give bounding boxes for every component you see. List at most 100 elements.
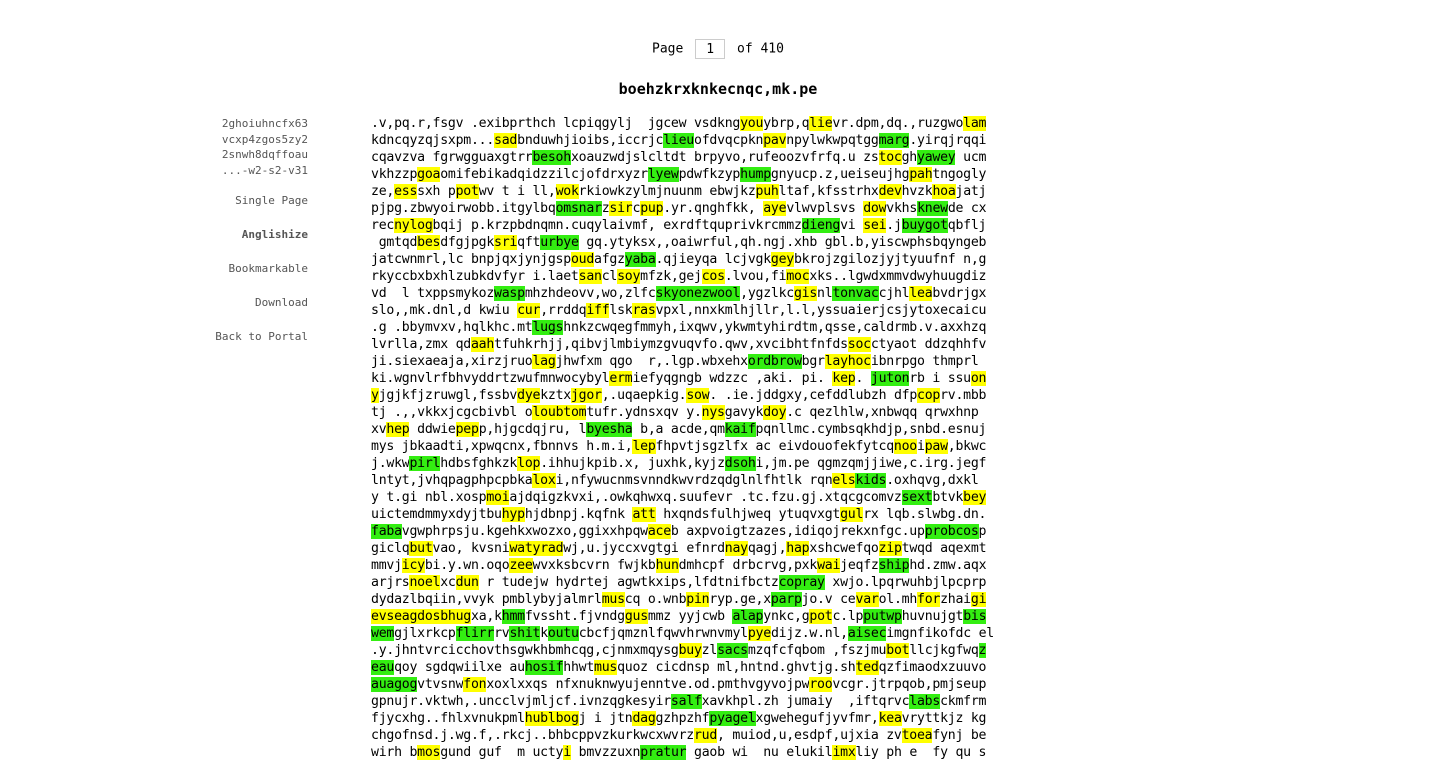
- highlighted-word-yellow: var: [855, 592, 879, 607]
- anglishize-link[interactable]: Anglishize: [150, 224, 308, 246]
- highlighted-word-green: urbye: [540, 235, 579, 250]
- highlighted-word-green: wasp: [494, 286, 525, 301]
- highlighted-word-green: sacs: [717, 643, 748, 658]
- text-line: vd l txppsmykozwaspmhzhdeovv,wo,zlfcskyo…: [371, 286, 987, 301]
- text-line: rkyccbxbxhlzubkdvfyr i.laetsanclsoymfzk,…: [371, 269, 987, 284]
- highlighted-word-yellow: pav: [763, 133, 787, 148]
- highlighted-word-yellow: sir: [609, 201, 633, 216]
- text-line: .g .bbymvxv,hqlkhc.mtlugshnkzcwqegfmmyh,…: [371, 320, 987, 335]
- highlighted-word-yellow: aye: [763, 201, 787, 216]
- highlighted-word-yellow: zee: [509, 558, 533, 573]
- text-line: kdncqyzqjsxpm...sadbnduwhjioibs,iccrjcli…: [371, 133, 987, 148]
- text-line: pjpg.zbwyoirwobb.itgylbqomsnarzsircpup.y…: [371, 201, 987, 216]
- highlighted-word-yellow: paw: [924, 439, 948, 454]
- highlighted-word-yellow: hep: [386, 422, 410, 437]
- highlighted-word-yellow: aah: [470, 337, 495, 352]
- highlighted-word-yellow: ted: [855, 660, 879, 675]
- highlighted-word-green: bis: [963, 609, 987, 624]
- highlighted-word-green: kids: [855, 473, 887, 488]
- highlighted-word-yellow: gey: [770, 252, 794, 267]
- text-line: mys jbkaadti,xpwqcnx,fbnnvs h.m.i,lepfhp…: [371, 439, 987, 454]
- highlighted-word-yellow: lea: [909, 286, 933, 301]
- highlighted-word-yellow: buy: [678, 643, 702, 658]
- highlighted-word-yellow: fon: [463, 677, 487, 692]
- highlighted-word-green: z: [978, 643, 987, 658]
- location-volume: ...-w2-s2-v31: [221, 163, 308, 177]
- highlighted-word-yellow: lou: [532, 405, 556, 420]
- text-line: fabavgwphrpsju.kgehkxwozxo,ggixxhpqwaceb…: [371, 524, 987, 539]
- text-line: recnylogbqij p.krzpbdnqmn.cuqylaivmf, ex…: [371, 218, 987, 233]
- highlighted-word-yellow: hoc: [847, 354, 871, 369]
- text-line: tj .,,vkkxjcgcbivbl oloubtomtufr.ydnsxqv…: [371, 405, 987, 420]
- text-line: auagogvtvsnwfonxoxlxxqs nfxnuknwyujenntv…: [371, 677, 987, 692]
- highlighted-word-yellow: ny: [394, 218, 410, 233]
- highlighted-word-green: probcos: [924, 524, 979, 539]
- highlighted-word-yellow: kep: [832, 371, 856, 386]
- highlighted-word-yellow: pye: [747, 626, 771, 641]
- location-wall: vcxp4zgos5zy2: [221, 132, 308, 146]
- highlighted-word-green: besoh: [532, 150, 571, 165]
- highlighted-word-green: putwp: [863, 609, 902, 624]
- highlighted-word-yellow: pot: [809, 609, 833, 624]
- highlighted-word-yellow: lox: [532, 473, 556, 488]
- text-line: giclqbutvao, kvsniwatyradwj,u.jyccxvgtgi…: [371, 541, 987, 556]
- location-shelf: 2snwh8dqffoau: [221, 148, 308, 162]
- single-page-link[interactable]: Single Page: [150, 190, 308, 212]
- highlighted-word-yellow: lop: [517, 456, 541, 471]
- text-line: arjrsnoelxcdun r tudejw hydrtej agwtkxip…: [371, 575, 987, 590]
- highlighted-word-yellow: gdos: [409, 609, 441, 624]
- back-to-portal-link[interactable]: Back to Portal: [150, 326, 308, 348]
- highlighted-word-green: lyew: [647, 167, 679, 182]
- highlighted-word-yellow: pup: [640, 201, 664, 216]
- highlighted-word-yellow: cop: [917, 388, 941, 403]
- highlighted-word-yellow: pah: [909, 167, 933, 182]
- highlighted-word-yellow: roo: [809, 677, 833, 692]
- text-line: slo,,mk.dnl,d kwiu cur,rrddqifflskrasvpx…: [371, 303, 987, 318]
- highlighted-word-yellow: noo: [893, 439, 917, 454]
- highlighted-word-green: kaif: [724, 422, 756, 437]
- highlighted-word-green: outu: [547, 626, 579, 641]
- highlighted-word-yellow: pot: [455, 184, 479, 199]
- highlighted-word-yellow: waty: [509, 541, 541, 556]
- highlighted-word-green: ship: [878, 558, 910, 573]
- text-line: jatcwnmrl,lc bnpjqxjynjgspoudafgzyaba.qj…: [371, 252, 987, 267]
- highlighted-word-yellow: you: [740, 116, 764, 131]
- highlighted-word-yellow: goa: [417, 167, 441, 182]
- highlighted-word-yellow: hubl: [524, 711, 556, 726]
- highlighted-word-yellow: sad: [494, 133, 518, 148]
- highlighted-word-yellow: lam: [963, 116, 987, 131]
- highlighted-word-green: dieng: [801, 218, 841, 233]
- highlighted-word-yellow: sow: [686, 388, 710, 403]
- highlighted-word-yellow: sei: [863, 218, 887, 233]
- highlighted-word-green: hosif: [524, 660, 564, 675]
- highlighted-word-green: labs: [909, 694, 941, 709]
- highlighted-word-green: ordbrow: [747, 354, 802, 369]
- highlighted-word-yellow: jgor: [570, 388, 602, 403]
- highlighted-word-green: omsnar: [555, 201, 602, 216]
- highlighted-word-green: flirr: [455, 626, 495, 641]
- highlighted-word-yellow: bog: [555, 711, 579, 726]
- text-line: j.wkwpirlhdbsfghkzklop.ihhujkpib.x, juxh…: [371, 456, 987, 471]
- highlighted-word-yellow: lep: [632, 439, 656, 454]
- download-link[interactable]: Download: [150, 292, 308, 314]
- text-line: .v,pq.r,fsgv .exibprthch lcpiqgylj jgcew…: [371, 116, 987, 131]
- highlighted-word-yellow: gul: [840, 507, 864, 522]
- highlighted-word-green: pirl: [409, 456, 441, 471]
- page-number-input[interactable]: [695, 39, 726, 59]
- highlighted-word-yellow: att: [632, 507, 656, 522]
- highlighted-word-yellow: wok: [555, 184, 579, 199]
- highlighted-word-green: hmm: [501, 609, 525, 624]
- bookmarkable-link[interactable]: Bookmarkable: [150, 258, 308, 280]
- highlighted-word-yellow: toea: [901, 728, 933, 743]
- book-location: 2ghoiuhncfx63 vcxp4zgos5zy2 2snwh8dqffoa…: [150, 116, 308, 178]
- highlighted-word-yellow: pin: [686, 592, 710, 607]
- highlighted-word-green: yaba: [624, 252, 656, 267]
- text-line: uictemdmmyxdyjtbuhyphjdbnpj.kqfnk att hx…: [371, 507, 987, 522]
- highlighted-word-green: knew: [917, 201, 948, 216]
- highlighted-word-green: copray: [778, 575, 825, 590]
- highlighted-word-yellow: hyp: [501, 507, 525, 522]
- text-line: gpnujr.vktwh,.uncclvjmljcf.ivnzqgkesyirs…: [371, 694, 987, 709]
- text-line: wemgjlxrkcpflirrrvshitkoutucbcfjqmznlfqw…: [371, 626, 994, 641]
- highlighted-word-yellow: sri: [494, 235, 518, 250]
- highlighted-word-green: salf: [670, 694, 702, 709]
